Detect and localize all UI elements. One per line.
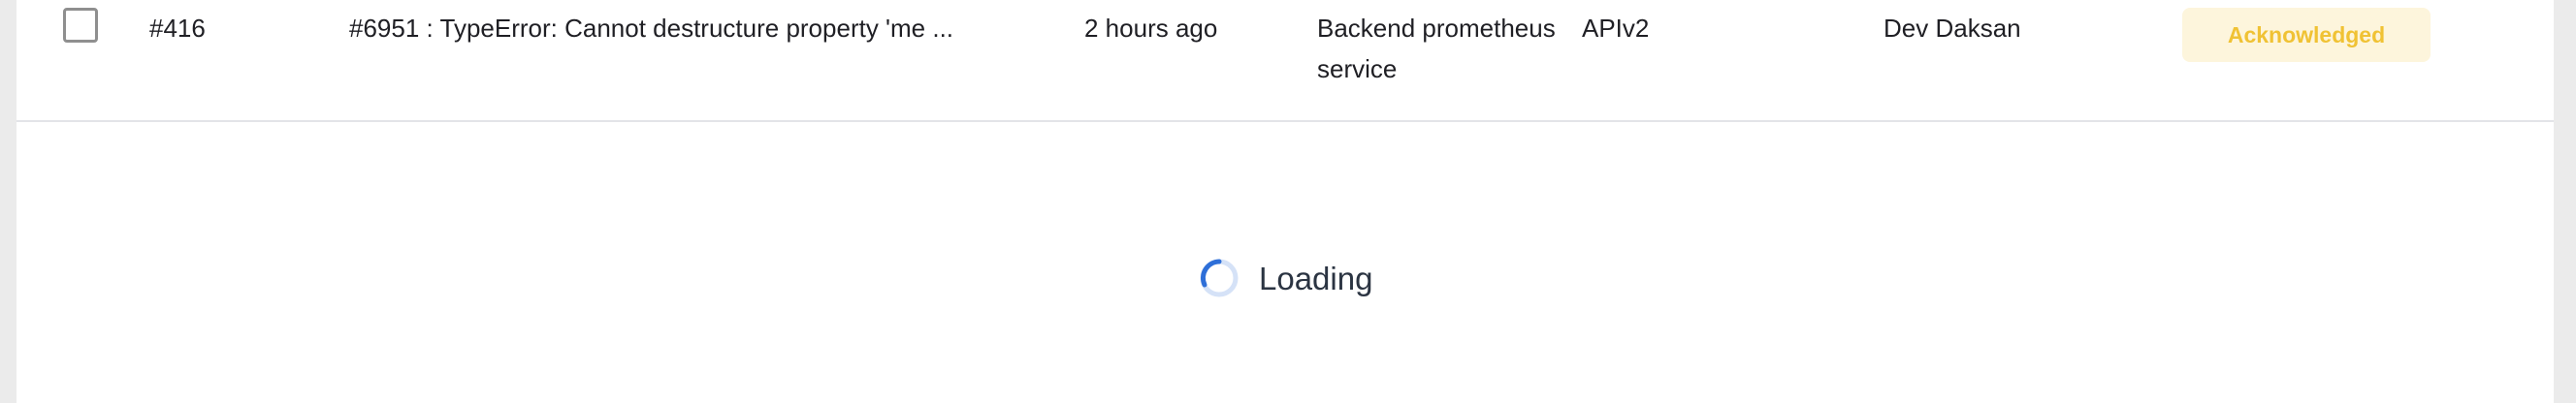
incident-environment: APIv2 (1582, 14, 1650, 43)
incident-assignee: Dev Daksan (1884, 14, 2021, 43)
incident-service: Backend prometheus service (1317, 14, 1556, 83)
incident-id: #416 (149, 14, 206, 43)
spinner-icon (1200, 259, 1239, 297)
loading-label: Loading (1259, 260, 1373, 296)
table-row[interactable]: #416 #6951 : TypeError: Cannot destructu… (16, 0, 2554, 122)
incident-title[interactable]: #6951 : TypeError: Cannot destructure pr… (349, 8, 953, 48)
incident-table-panel: #416 #6951 : TypeError: Cannot destructu… (16, 0, 2554, 403)
row-select-checkbox[interactable] (63, 8, 98, 43)
incident-time: 2 hours ago (1084, 14, 1218, 43)
loading-indicator: Loading (1199, 256, 1372, 300)
status-badge[interactable]: Acknowledged (2182, 8, 2431, 62)
